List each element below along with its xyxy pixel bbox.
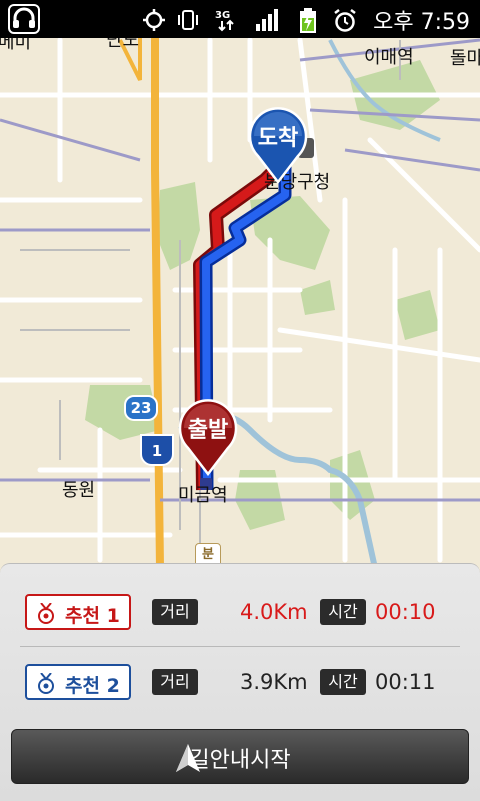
alarm-icon	[332, 8, 356, 32]
map-label-top-center: 단도	[106, 38, 140, 51]
signal-icon	[255, 8, 279, 31]
route-options-panel: 추천 1 거리 4.0Km 시간 00:10 추천 2 거리 3.9Km 시간 …	[0, 563, 480, 801]
map-label-migeum: 미금역	[178, 485, 228, 506]
destination-pin-label: 도착	[257, 126, 299, 151]
divider	[20, 646, 460, 647]
gps-icon	[142, 8, 166, 31]
svg-text:3G: 3G	[215, 10, 230, 21]
route-2-distance: 3.9Km	[240, 670, 308, 694]
recommend-2-label: 추천 2	[65, 675, 120, 697]
map-label-dongwon: 동원	[62, 480, 96, 501]
route-23-shield: 23	[124, 395, 158, 421]
distance-tag: 거리	[152, 599, 198, 625]
vibrate-icon	[176, 8, 200, 30]
clock: 오후 7:59	[373, 10, 470, 35]
destination-pin[interactable]: 도착	[246, 106, 310, 184]
time-tag: 시간	[320, 599, 366, 625]
highway-1-shield: 1	[140, 434, 174, 466]
headset-icon	[8, 4, 40, 34]
battery-icon	[299, 8, 323, 33]
origin-pin[interactable]: 출발	[176, 398, 240, 476]
distance-tag: 거리	[152, 669, 198, 695]
medal-icon	[38, 673, 54, 694]
map-label-dolma: 돌마	[450, 48, 480, 69]
route-1-time: 00:10	[375, 600, 436, 624]
route-map[interactable]: 메미 단도 이매역 돌마 분당구청 동원 미금역 23 1 분 도착 출발	[0, 38, 480, 568]
map-label-top-left: 메미	[0, 38, 32, 53]
time-tag: 시간	[320, 669, 366, 695]
route-2-time: 00:11	[375, 670, 436, 694]
route-option-1[interactable]: 추천 1 거리 4.0Km 시간 00:10	[0, 589, 480, 639]
medal-icon	[38, 603, 54, 624]
map-label-imae: 이매역	[364, 47, 414, 68]
route-1-distance: 4.0Km	[240, 600, 308, 624]
recommend-1-button[interactable]: 추천 1	[25, 594, 131, 630]
route-option-2[interactable]: 추천 2 거리 3.9Km 시간 00:11	[0, 659, 480, 709]
start-navigation-button[interactable]: 길안내시작	[11, 729, 469, 784]
status-bar: 3G 오후 7:59	[0, 0, 480, 38]
origin-pin-label: 출발	[187, 418, 229, 443]
recommend-2-button[interactable]: 추천 2	[25, 664, 131, 700]
start-navigation-label: 길안내시작	[189, 748, 291, 773]
3g-icon: 3G	[214, 8, 238, 32]
recommend-1-label: 추천 1	[65, 605, 120, 627]
